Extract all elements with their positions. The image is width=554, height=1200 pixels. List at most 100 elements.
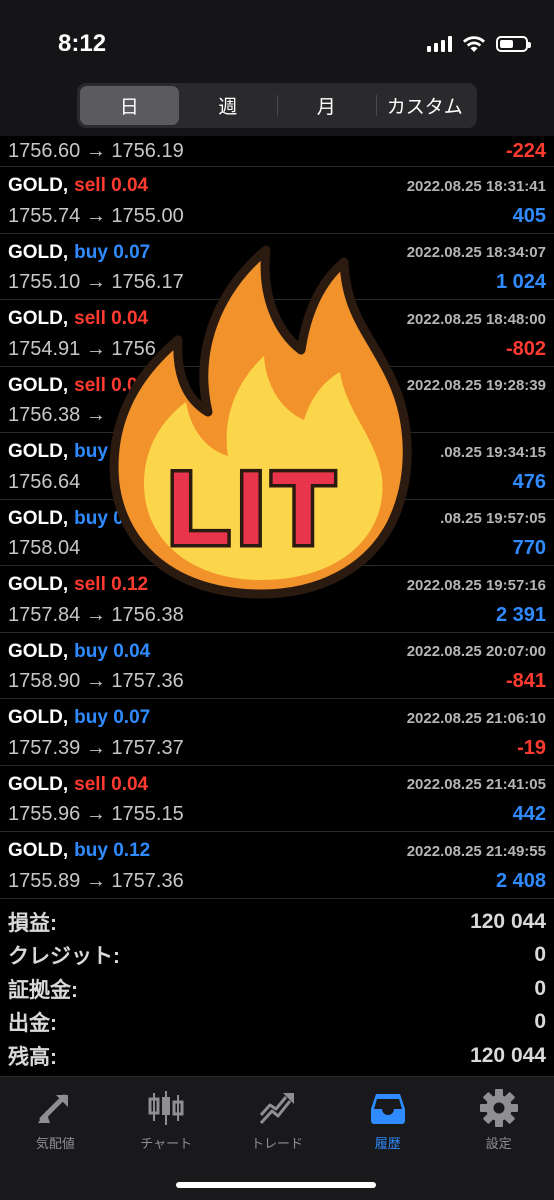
trade-prices: 1757.84 → 1756.38 bbox=[8, 603, 184, 626]
trade-profit: -841 bbox=[505, 670, 546, 692]
summary-value: 0 bbox=[534, 976, 546, 1000]
trade-symbol: GOLD, bbox=[8, 574, 69, 595]
trade-row[interactable]: GOLD, sell 0.04 2022.08.25 21:41:05 1755.96… bbox=[0, 766, 554, 832]
summary-label: 損益: bbox=[8, 911, 57, 935]
trade-profit: 2 391 bbox=[495, 603, 546, 626]
period-segmented-control: 日 週 月 カスタム bbox=[77, 83, 477, 128]
tab-label: トレード bbox=[250, 1136, 303, 1151]
trade-instrument: GOLD, buy 0.07 bbox=[8, 707, 150, 729]
trade-symbol: GOLD, bbox=[8, 175, 69, 196]
segment-custom[interactable]: カスタム bbox=[375, 86, 475, 125]
tab-label: 設定 bbox=[485, 1136, 512, 1151]
trade-prices: 1755.96 → 1755.15 bbox=[8, 803, 184, 825]
tab-quotes[interactable]: 気配値 bbox=[0, 1077, 111, 1157]
summary-withdrawal: 出金: 0 bbox=[0, 1006, 554, 1040]
trade-time: 2022.08.25 18:48:00 bbox=[406, 310, 546, 328]
trade-row[interactable]: GOLD, buy 0.12 2022.08.25 21:49:55 1755.89 … bbox=[0, 832, 554, 899]
trade-prices: 1756.64 bbox=[8, 470, 81, 493]
candlestick-chart-icon bbox=[148, 1091, 184, 1125]
trade-time: 2022.08.25 19:28:39 bbox=[406, 377, 546, 394]
trade-side: buy 0.12 bbox=[74, 840, 151, 861]
trade-prices: 1756.38 → bbox=[8, 404, 106, 426]
trade-profit: 1 024 bbox=[495, 271, 546, 293]
summary-deposit: 証拠金: 0 bbox=[0, 972, 554, 1006]
trade-time: 2022.08.25 20:07:00 bbox=[406, 643, 546, 660]
cellular-signal-icon bbox=[427, 36, 452, 52]
trade-side: sell 0.04 bbox=[74, 773, 149, 795]
trade-profit: 442 bbox=[512, 803, 546, 825]
trade-row[interactable]: GOLD, buy 0.07 2022.08.25 21:06:10 1757.39 … bbox=[0, 699, 554, 766]
segment-week[interactable]: 週 bbox=[179, 86, 278, 125]
tab-label: 気配値 bbox=[35, 1136, 75, 1151]
trade-side: buy 0.04 bbox=[74, 640, 151, 662]
trade-instrument: GOLD, sell 0.04 bbox=[8, 774, 148, 796]
summary-value: 120 044 bbox=[470, 1043, 546, 1067]
tab-chart[interactable]: チャート bbox=[111, 1077, 222, 1157]
trade-trend-icon bbox=[259, 1093, 294, 1125]
trade-time: .08.25 19:34:15 bbox=[440, 443, 546, 461]
tab-settings[interactable]: 設定 bbox=[443, 1077, 554, 1157]
tab-trade[interactable]: トレード bbox=[222, 1077, 333, 1157]
summary-value: 0 bbox=[534, 1010, 546, 1034]
wifi-icon bbox=[463, 36, 485, 52]
lit-fire-sticker: LIT bbox=[109, 245, 412, 599]
trade-side: buy 0.07 bbox=[74, 707, 151, 728]
trade-symbol: GOLD, bbox=[8, 374, 69, 396]
battery-icon bbox=[496, 36, 531, 52]
period-filter-bar: 日 週 月 カスタム bbox=[0, 80, 554, 136]
trade-symbol: GOLD, bbox=[8, 308, 69, 329]
trade-time: 2022.08.25 19:57:16 bbox=[406, 576, 546, 594]
trade-time: 2022.08.25 21:41:05 bbox=[406, 776, 546, 793]
trade-instrument: GOLD, sell 0.04 bbox=[8, 175, 148, 197]
trade-row-partial[interactable]: 1756.60 → 1756.19 -224 bbox=[0, 136, 554, 167]
trade-symbol: GOLD, bbox=[8, 507, 69, 529]
status-time: 8:12 bbox=[58, 30, 107, 57]
trade-profit: 2 408 bbox=[495, 869, 546, 892]
trade-time: 2022.08.25 18:31:41 bbox=[406, 177, 546, 195]
summary-balance: 残高: 120 044 bbox=[0, 1039, 554, 1073]
status-bar: 8:12 bbox=[0, 0, 554, 80]
trade-prices: 1757.39 → 1757.37 bbox=[8, 736, 184, 759]
trade-instrument: GOLD, buy 0.12 bbox=[8, 840, 150, 862]
segment-month[interactable]: 月 bbox=[277, 86, 376, 125]
summary-value: 120 044 bbox=[470, 909, 546, 933]
trade-instrument: GOLD, buy 0.04 bbox=[8, 641, 150, 663]
segment-day[interactable]: 日 bbox=[80, 86, 179, 125]
summary-label: 残高: bbox=[8, 1045, 57, 1069]
history-inbox-icon bbox=[370, 1094, 405, 1124]
trade-profit: -224 bbox=[505, 139, 546, 162]
trade-symbol: GOLD, bbox=[8, 441, 69, 462]
summary-profit: 損益: 120 044 bbox=[0, 905, 554, 939]
trade-symbol: GOLD, bbox=[8, 840, 69, 861]
trade-time: .08.25 19:57:05 bbox=[440, 510, 546, 527]
trade-profit: -802 bbox=[505, 337, 546, 360]
trade-prices: 1758.90 → 1757.36 bbox=[8, 670, 184, 692]
trade-profit: 770 bbox=[512, 537, 546, 559]
status-icons bbox=[427, 34, 531, 54]
trade-prices: 1756.60 → 1756.19 bbox=[8, 139, 184, 162]
trade-row[interactable]: GOLD, buy 0.04 2022.08.25 20:07:00 1758.90 … bbox=[0, 633, 554, 699]
summary-credit: クレジット: 0 bbox=[0, 939, 554, 973]
trade-time: 2022.08.25 18:34:07 bbox=[406, 244, 546, 261]
trade-time: 2022.08.25 21:49:55 bbox=[406, 842, 546, 860]
sticker-text: LIT bbox=[167, 451, 341, 567]
gear-icon bbox=[479, 1089, 518, 1127]
trade-time: 2022.08.25 21:06:10 bbox=[406, 709, 546, 727]
tab-history[interactable]: 履歴 bbox=[332, 1077, 443, 1157]
account-summary: 損益: 120 044 クレジット: 0 証拠金: 0 出金: 0 残高: 12… bbox=[0, 905, 554, 1073]
trade-profit: -19 bbox=[517, 736, 546, 759]
tab-label: チャート bbox=[140, 1136, 193, 1151]
home-indicator bbox=[176, 1182, 376, 1188]
trade-prices: 1755.89 → 1757.36 bbox=[8, 869, 184, 892]
bottom-tab-bar: 気配値 チャート トレード 履歴 設定 bbox=[0, 1076, 554, 1200]
trade-prices: 1758.04 bbox=[8, 537, 81, 559]
summary-label: 証拠金: bbox=[8, 978, 78, 1002]
summary-label: 出金: bbox=[8, 1012, 57, 1036]
trade-side: sell 0.04 bbox=[74, 175, 149, 196]
trade-profit: 476 bbox=[512, 470, 546, 493]
quotes-arrows-icon bbox=[38, 1094, 69, 1123]
trade-symbol: GOLD, bbox=[8, 241, 69, 263]
trade-symbol: GOLD, bbox=[8, 640, 69, 662]
tab-label: 履歴 bbox=[374, 1136, 401, 1151]
trade-symbol: GOLD, bbox=[8, 773, 69, 795]
